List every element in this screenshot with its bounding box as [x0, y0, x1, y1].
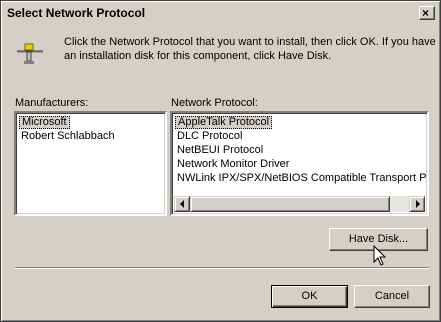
arrow-right-icon: [416, 200, 420, 208]
mouse-pointer-icon: [373, 244, 387, 270]
title-bar[interactable]: Select Network Protocol ×: [4, 4, 437, 23]
arrow-left-icon: [180, 200, 184, 208]
cancel-button[interactable]: Cancel: [354, 285, 430, 308]
manufacturer-item[interactable]: Microsoft: [19, 116, 70, 129]
protocol-item[interactable]: NetBEUI Protocol: [175, 144, 265, 157]
protocol-item[interactable]: DLC Protocol: [175, 130, 244, 143]
ok-button[interactable]: OK: [271, 285, 348, 308]
network-protocol-label: Network Protocol:: [171, 97, 258, 109]
dialog-title: Select Network Protocol: [7, 6, 146, 20]
scroll-right-button[interactable]: [409, 196, 425, 212]
network-protocol-icon: [15, 39, 45, 65]
close-icon: ×: [422, 6, 430, 20]
protocol-item[interactable]: Network Monitor Driver: [175, 158, 291, 171]
network-protocol-listbox[interactable]: AppleTalk Protocol DLC Protocol NetBEUI …: [170, 111, 429, 216]
manufacturers-listbox[interactable]: Microsoft Robert Schlabbach: [14, 111, 167, 216]
instruction-text: Click the Network Protocol that you want…: [64, 36, 436, 62]
protocol-item[interactable]: NWLink IPX/SPX/NetBIOS Compatible Transp…: [175, 172, 427, 185]
scroll-left-button[interactable]: [174, 196, 190, 212]
close-button[interactable]: ×: [419, 6, 435, 20]
separator: [15, 267, 429, 269]
protocol-item[interactable]: AppleTalk Protocol: [175, 116, 273, 129]
scrollbar-thumb[interactable]: [190, 196, 390, 212]
manufacturer-item[interactable]: Robert Schlabbach: [19, 130, 117, 143]
manufacturers-label: Manufacturers:: [15, 97, 89, 109]
horizontal-scrollbar[interactable]: [174, 196, 425, 212]
select-network-protocol-dialog: Select Network Protocol × Click the Netw…: [0, 0, 441, 322]
